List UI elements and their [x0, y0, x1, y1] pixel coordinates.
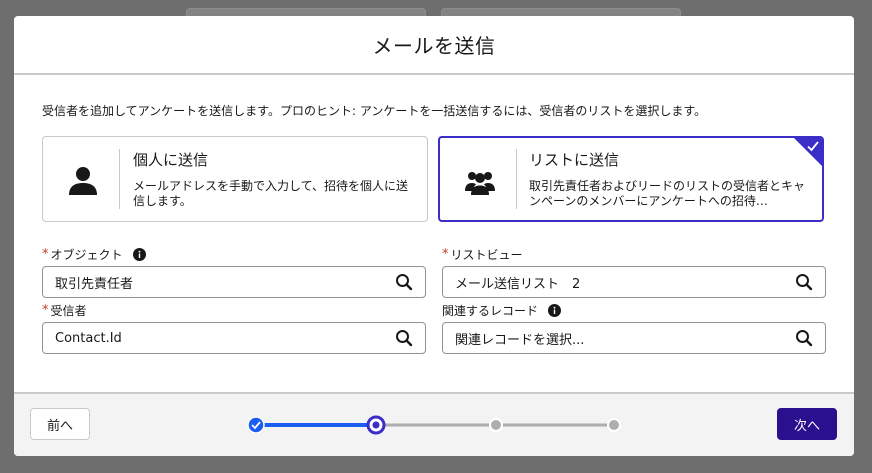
search-icon[interactable]	[395, 273, 413, 291]
search-icon[interactable]	[395, 329, 413, 347]
modal-header: メールを送信	[14, 16, 854, 75]
search-icon[interactable]	[795, 329, 813, 347]
progress-indicator	[247, 415, 621, 435]
modal-title: メールを送信	[372, 34, 496, 58]
object-label-text: オブジェクト	[50, 248, 123, 262]
recipient-input-value: Contact.Id	[55, 330, 122, 346]
object-input-value: 取引先責任者	[55, 276, 134, 292]
info-icon[interactable]	[132, 248, 146, 261]
previous-button[interactable]: 前へ	[30, 408, 90, 440]
card-title: 個人に送信	[133, 151, 209, 169]
related-record-search-input[interactable]: 関連レコードを選択...	[442, 322, 826, 354]
list-view-label: * リストビュー	[442, 246, 523, 263]
related-record-label: 関連するレコード	[442, 302, 562, 319]
list-view-label-text: リストビュー	[450, 248, 523, 262]
related-record-label-text: 関連するレコード	[442, 304, 539, 318]
recipient-label-text: 受信者	[50, 304, 87, 318]
card-description: 取引先責任者およびリードのリストの受信者とキャンペーンのメンバーにアンケートへの…	[529, 179, 806, 208]
checkmark-icon	[807, 141, 819, 152]
hint-text: 受信者を追加してアンケートを送信します。プロのヒント: アンケートを一括送信する…	[42, 104, 707, 118]
recipient-search-input[interactable]: Contact.Id	[42, 322, 426, 354]
required-asterisk: *	[42, 247, 49, 262]
related-record-placeholder: 関連レコードを選択...	[455, 332, 585, 348]
send-to-list-card[interactable]: リストに送信 取引先責任者およびリードのリストの受信者とキャンペーンのメンバーに…	[438, 136, 824, 222]
progress-step-1-complete[interactable]	[247, 416, 265, 434]
card-title: リストに送信	[529, 151, 620, 169]
search-icon[interactable]	[795, 273, 813, 291]
required-asterisk: *	[42, 303, 49, 318]
object-label: * オブジェクト	[42, 246, 146, 263]
user-icon	[69, 167, 97, 195]
next-button[interactable]: 次へ	[777, 408, 837, 440]
progress-step-4[interactable]	[607, 418, 621, 432]
modal-footer: 前へ 次へ	[14, 392, 854, 456]
progress-step-2-current[interactable]	[366, 415, 386, 435]
card-divider	[119, 149, 120, 209]
send-to-individual-card[interactable]: 個人に送信 メールアドレスを手動で入力して、招待を個人に送信します。	[42, 136, 428, 222]
modal-body: 受信者を追加してアンケートを送信します。プロのヒント: アンケートを一括送信する…	[14, 75, 854, 392]
object-search-input[interactable]: 取引先責任者	[42, 266, 426, 298]
list-view-input-value: メール送信リスト 2	[455, 276, 581, 292]
info-icon[interactable]	[548, 304, 562, 317]
recipient-label: * 受信者	[42, 302, 87, 319]
progress-step-3[interactable]	[489, 418, 503, 432]
send-email-modal: メールを送信 受信者を追加してアンケートを送信します。プロのヒント: アンケート…	[14, 16, 854, 456]
required-asterisk: *	[442, 247, 449, 262]
card-divider	[516, 149, 517, 209]
card-description: メールアドレスを手動で入力して、招待を個人に送信します。	[133, 179, 409, 208]
list-view-search-input[interactable]: メール送信リスト 2	[442, 266, 826, 298]
group-icon	[465, 172, 495, 195]
